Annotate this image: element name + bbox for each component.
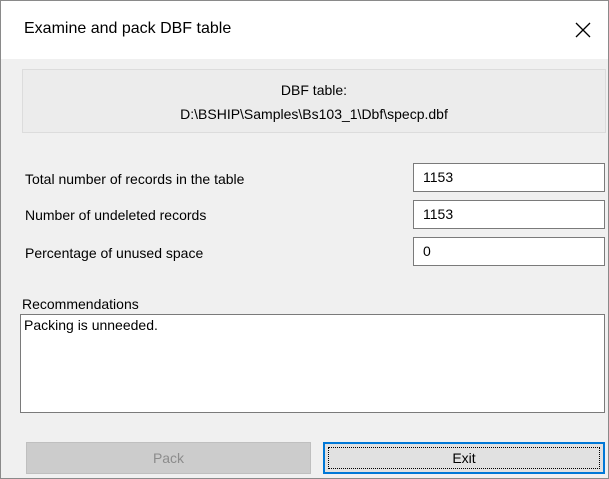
close-button[interactable] bbox=[564, 11, 602, 49]
close-icon bbox=[575, 22, 591, 38]
undeleted-records-label: Number of undeleted records bbox=[25, 207, 207, 223]
unused-space-label: Percentage of unused space bbox=[25, 245, 204, 261]
pack-button[interactable]: Pack bbox=[26, 442, 311, 474]
window-title: Examine and pack DBF table bbox=[24, 20, 232, 37]
exit-button[interactable]: Exit bbox=[323, 442, 605, 474]
recommendations-textarea[interactable]: Packing is unneeded. bbox=[20, 314, 605, 413]
title-bar: Examine and pack DBF table bbox=[1, 1, 608, 59]
undeleted-records-field[interactable]: 1153 bbox=[413, 200, 605, 229]
dialog-window: Examine and pack DBF table DBF table: D:… bbox=[0, 0, 609, 479]
table-file-path: D:\BSHIP\Samples\Bs103_1\Dbf\specp.dbf bbox=[180, 106, 448, 122]
table-info-heading: DBF table: bbox=[280, 82, 348, 98]
table-info-box: DBF table: D:\BSHIP\Samples\Bs103_1\Dbf\… bbox=[22, 69, 606, 133]
recommendations-label: Recommendations bbox=[22, 296, 139, 312]
unused-space-field[interactable]: 0 bbox=[413, 237, 605, 266]
total-records-label: Total number of records in the table bbox=[25, 171, 245, 187]
focus-rectangle bbox=[328, 447, 600, 469]
pack-button-label: Pack bbox=[152, 450, 185, 466]
total-records-field[interactable]: 1153 bbox=[413, 163, 605, 192]
